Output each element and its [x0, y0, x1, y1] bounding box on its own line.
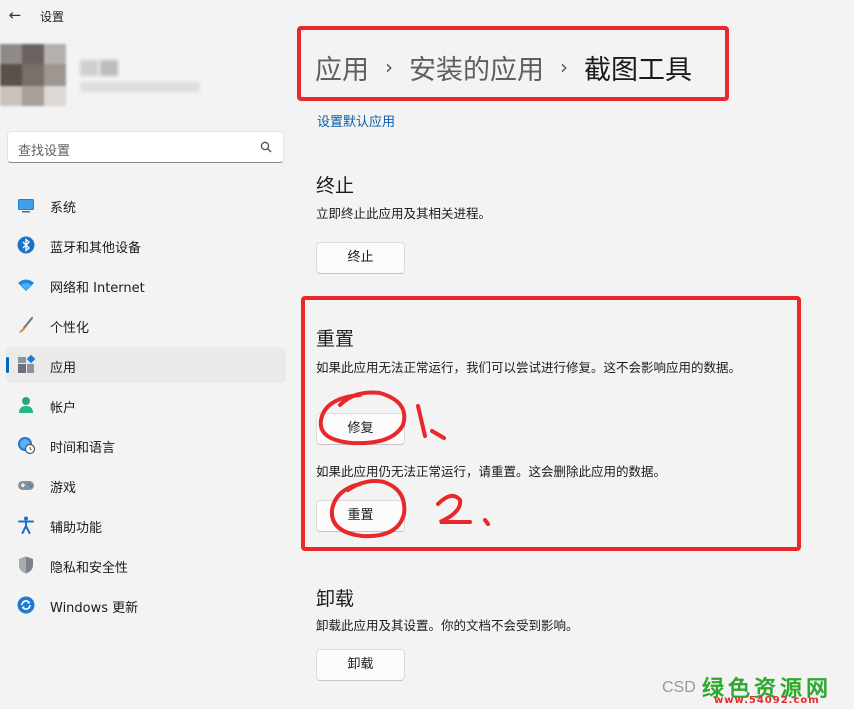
active-indicator — [6, 357, 9, 373]
brush-icon — [19, 316, 34, 333]
monitor-icon — [18, 199, 34, 213]
account-info-blurred — [80, 58, 210, 98]
terminate-button[interactable]: 终止 — [316, 242, 405, 274]
sidebar-item-personalization[interactable]: 个性化 — [6, 307, 286, 343]
apps-icon — [18, 355, 36, 373]
annotation-box-title — [297, 26, 729, 101]
person-icon — [19, 397, 33, 413]
uninstall-description: 卸载此应用及其设置。你的文档不会受到影响。 — [316, 618, 579, 633]
sidebar-item-accessibility[interactable]: 辅助功能 — [6, 507, 286, 543]
avatar — [0, 44, 66, 106]
accessibility-icon — [18, 516, 34, 534]
sidebar-item-gaming[interactable]: 游戏 — [6, 467, 286, 503]
uninstall-heading: 卸载 — [316, 588, 355, 610]
terminate-description: 立即终止此应用及其相关进程。 — [316, 206, 492, 221]
watermark-url: www.54092.com — [714, 695, 820, 706]
wifi-icon — [18, 279, 34, 291]
search-input[interactable]: 查找设置 — [7, 131, 284, 163]
bluetooth-icon — [17, 236, 35, 254]
window-title: 设置 — [40, 10, 65, 24]
sidebar-item-network[interactable]: 网络和 Internet — [6, 267, 286, 303]
search-placeholder: 查找设置 — [18, 144, 71, 159]
default-apps-link[interactable]: 设置默认应用 — [317, 111, 395, 130]
back-arrow-icon[interactable]: ← — [6, 6, 24, 24]
sidebar-item-time-language[interactable]: 时间和语言 — [6, 427, 286, 463]
sync-icon — [17, 596, 35, 614]
globe-clock-icon — [18, 437, 36, 455]
sidebar-item-apps[interactable]: 应用 — [6, 347, 286, 383]
terminate-heading: 终止 — [316, 175, 355, 197]
sidebar-item-privacy-security[interactable]: 隐私和安全性 — [6, 547, 286, 583]
watermark: CSD 绿色资源网 www.54092.com — [662, 669, 854, 709]
annotation-box-reset — [301, 296, 801, 551]
watermark-csdn-prefix: CSD — [662, 679, 696, 696]
search-icon — [260, 141, 272, 153]
uninstall-button[interactable]: 卸载 — [316, 649, 405, 681]
sidebar-item-system[interactable]: 系统 — [6, 187, 286, 223]
sidebar-item-windows-update[interactable]: Windows 更新 — [6, 587, 286, 623]
sidebar-item-bluetooth[interactable]: 蓝牙和其他设备 — [6, 227, 286, 263]
sidebar-item-accounts[interactable]: 帐户 — [6, 387, 286, 423]
shield-icon — [19, 556, 33, 574]
gamepad-icon — [18, 481, 34, 490]
